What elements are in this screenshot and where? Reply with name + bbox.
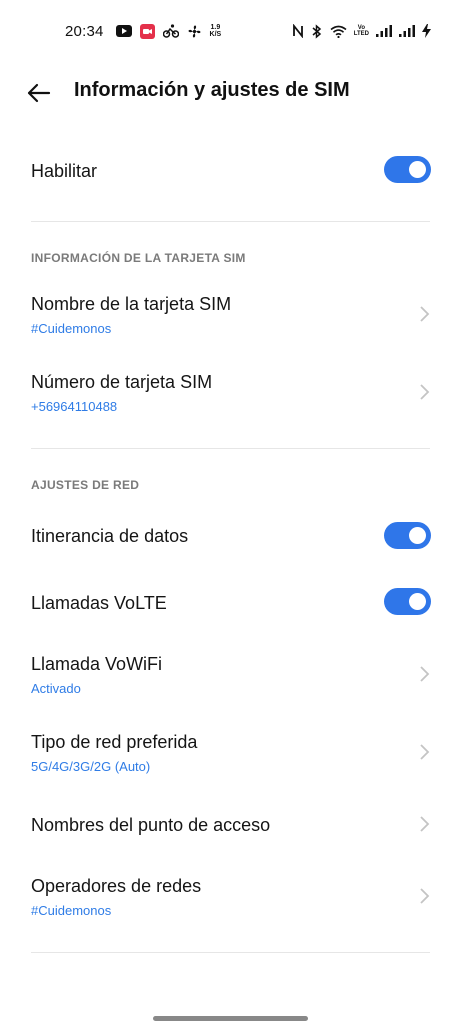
status-time: 20:34 xyxy=(65,22,104,40)
volte-calls-row[interactable]: Llamadas VoLTE xyxy=(0,572,461,632)
divider xyxy=(31,448,430,449)
chevron-right-icon xyxy=(420,666,430,682)
vowifi-title: Llamada VoWiFi xyxy=(31,654,163,674)
divider xyxy=(31,952,430,953)
chevron-right-icon xyxy=(420,888,430,904)
enable-sim-row[interactable]: Habilitar xyxy=(0,140,461,202)
cycling-icon xyxy=(162,24,179,38)
preferred-network-row[interactable]: Tipo de red preferida 5G/4G/3G/2G (Auto) xyxy=(0,718,461,790)
divider xyxy=(31,221,430,222)
data-roaming-label: Itinerancia de datos xyxy=(31,526,189,546)
vowifi-row[interactable]: Llamada VoWiFi Activado xyxy=(0,640,461,712)
nfc-icon xyxy=(292,24,304,38)
data-roaming-toggle[interactable] xyxy=(384,522,431,549)
toggle-knob xyxy=(409,161,426,178)
network-operators-title: Operadores de redes xyxy=(31,876,202,896)
screen-record-icon xyxy=(139,23,155,39)
fan-icon xyxy=(187,24,202,39)
sim-name-value: #Cuidemonos xyxy=(31,321,112,336)
app-header: Información y ajustes de SIM xyxy=(0,62,461,122)
home-indicator[interactable] xyxy=(153,1016,308,1021)
back-button[interactable] xyxy=(26,80,52,106)
signal-1-icon xyxy=(376,25,392,37)
chevron-right-icon xyxy=(420,384,430,400)
bluetooth-icon xyxy=(311,23,323,39)
volte-calls-label: Llamadas VoLTE xyxy=(31,593,167,613)
sim-name-title: Nombre de la tarjeta SIM xyxy=(31,294,232,314)
back-arrow-icon xyxy=(27,83,51,103)
volte-indicator: Vo LTED xyxy=(354,25,369,37)
network-operators-row[interactable]: Operadores de redes #Cuidemonos xyxy=(0,862,461,934)
wifi-icon xyxy=(330,25,347,38)
sim-number-row[interactable]: Número de tarjeta SIM +56964110488 xyxy=(0,358,461,430)
chevron-right-icon xyxy=(420,306,430,322)
toggle-knob xyxy=(409,593,426,610)
sim-name-row[interactable]: Nombre de la tarjeta SIM #Cuidemonos xyxy=(0,280,461,352)
preferred-network-title: Tipo de red preferida xyxy=(31,732,198,752)
chevron-right-icon xyxy=(420,816,430,832)
charging-icon xyxy=(422,24,431,38)
status-bar: 20:34 1.9 K/S Vo LTED xyxy=(0,0,461,62)
data-roaming-row[interactable]: Itinerancia de datos xyxy=(0,506,461,566)
network-speed: 1.9 K/S xyxy=(210,24,222,38)
signal-2-icon xyxy=(399,25,415,37)
apn-title: Nombres del punto de acceso xyxy=(31,815,271,835)
preferred-network-value: 5G/4G/3G/2G (Auto) xyxy=(31,759,151,774)
enable-sim-toggle[interactable] xyxy=(384,156,431,183)
sim-number-value: +56964110488 xyxy=(31,399,118,414)
enable-sim-label: Habilitar xyxy=(31,161,98,181)
network-operators-value: #Cuidemonos xyxy=(31,903,112,918)
volte-calls-toggle[interactable] xyxy=(384,588,431,615)
toggle-knob xyxy=(409,527,426,544)
volte-bottom: LTED xyxy=(353,31,369,37)
network-speed-value: 1.9 xyxy=(210,24,221,31)
status-right-icons: Vo LTED xyxy=(292,23,431,39)
chevron-right-icon xyxy=(420,744,430,760)
network-section-header: AJUSTES DE RED xyxy=(31,478,140,492)
page-title: Información y ajustes de SIM xyxy=(74,79,350,101)
vowifi-value: Activado xyxy=(31,681,81,696)
apn-row[interactable]: Nombres del punto de acceso xyxy=(0,796,461,856)
status-left-icons: 1.9 K/S xyxy=(115,23,222,39)
network-speed-unit: K/S xyxy=(209,31,222,38)
sim-number-title: Número de tarjeta SIM xyxy=(31,372,213,392)
sim-info-section-header: INFORMACIÓN DE LA TARJETA SIM xyxy=(31,251,246,265)
youtube-icon xyxy=(115,25,132,37)
